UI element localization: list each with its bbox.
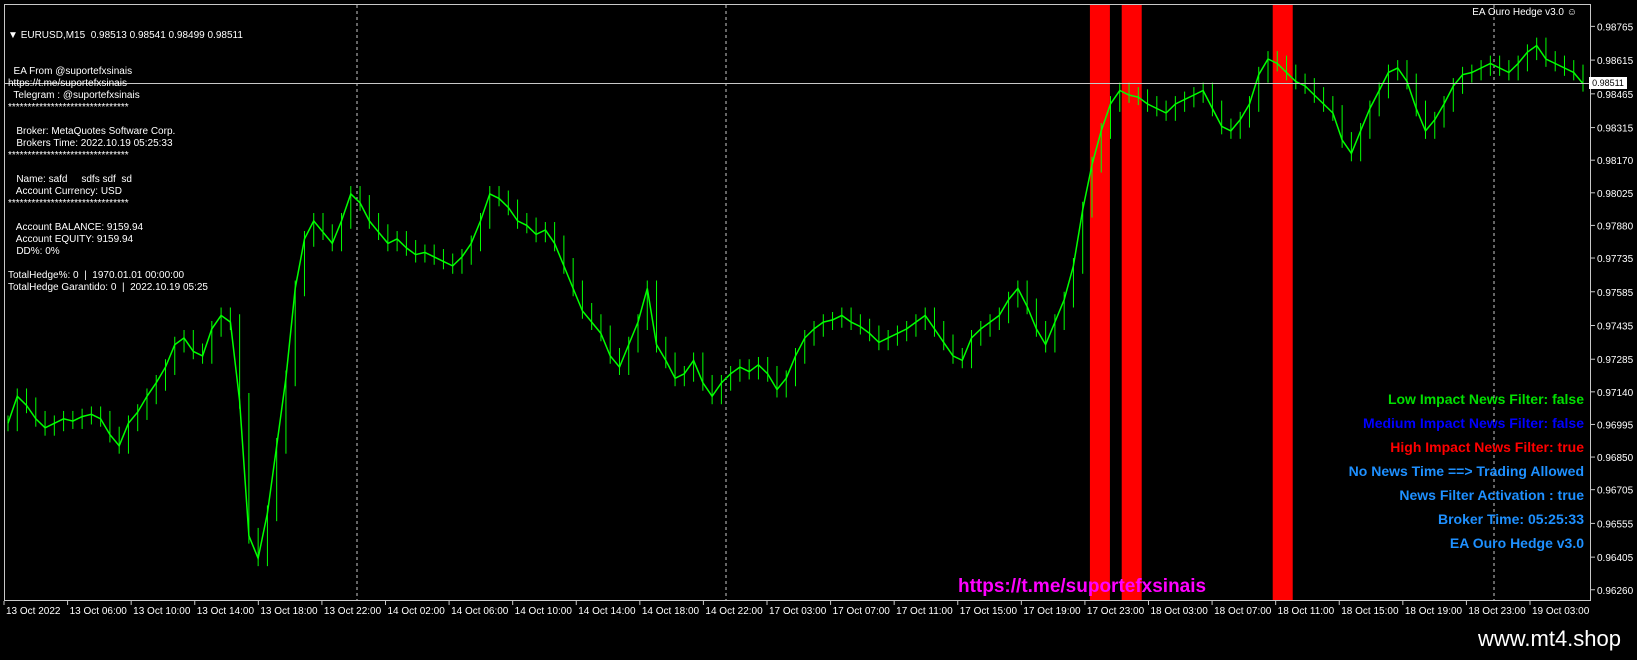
x-tick-label: 13 Oct 06:00 — [70, 606, 128, 617]
watermark-text: www.mt4.shop — [1477, 626, 1621, 651]
info-line: Brokers Time: 2022.10.19 05:25:33 — [8, 138, 173, 149]
x-tick-label: 17 Oct 19:00 — [1023, 606, 1081, 617]
info-line: Account Currency: USD — [8, 186, 122, 197]
x-tick-label: 14 Oct 18:00 — [642, 606, 700, 617]
current-price-label: 0.98511 — [1589, 77, 1627, 90]
info-line — [8, 162, 243, 174]
x-tick-label: 18 Oct 23:00 — [1468, 606, 1526, 617]
y-tick-label: 0.96850 — [1597, 453, 1634, 464]
x-tick-label: 18 Oct 19:00 — [1405, 606, 1463, 617]
y-tick-label: 0.97435 — [1597, 321, 1634, 332]
info-line: Account BALANCE: 9159.94 — [8, 222, 144, 233]
info-line: DD%: 0% — [8, 246, 60, 257]
y-tick-label: 0.97735 — [1597, 254, 1634, 265]
news-filter-line: Low Impact News Filter: false — [1387, 391, 1584, 407]
x-tick-label: 17 Oct 03:00 — [769, 606, 827, 617]
x-tick-label: 17 Oct 23:00 — [1087, 606, 1145, 617]
info-panel: ▼ EURUSD,M15 0.98513 0.98541 0.98499 0.9… — [8, 6, 243, 293]
y-tick-label: 0.96405 — [1597, 553, 1634, 564]
y-tick-label: 0.96260 — [1597, 586, 1634, 597]
news-filter-line: No News Time ==> Trading Allowed — [1348, 463, 1584, 479]
y-tick-label: 0.97140 — [1597, 388, 1634, 399]
x-tick-label: 13 Oct 10:00 — [133, 606, 191, 617]
x-tick-label: 13 Oct 14:00 — [197, 606, 255, 617]
x-tick-label: 13 Oct 22:00 — [324, 606, 382, 617]
telegram-link[interactable]: https://t.me/suportefxsinais — [958, 576, 1206, 598]
info-line — [8, 258, 243, 270]
y-tick-label: 0.97880 — [1597, 221, 1634, 232]
info-line: https://t.me/suportefxsinais — [8, 78, 127, 89]
info-line: Telegram : @suportefxsinais — [8, 90, 140, 101]
y-tick-label: 0.96995 — [1597, 420, 1634, 431]
info-line: ******************************* — [8, 198, 129, 209]
news-filter-line: Broker Time: 05:25:33 — [1437, 511, 1584, 527]
x-tick-label: 14 Oct 06:00 — [451, 606, 509, 617]
x-tick-label: 18 Oct 15:00 — [1341, 606, 1399, 617]
news-filter-line: Medium Impact News Filter: false — [1363, 415, 1584, 431]
info-line — [8, 210, 243, 222]
y-tick-label: 0.96705 — [1597, 486, 1634, 497]
y-tick-label: 0.98170 — [1597, 156, 1634, 167]
y-tick-label: 0.97285 — [1597, 355, 1634, 366]
news-filter-line: High Impact News Filter: true — [1390, 439, 1584, 455]
x-tick-label: 14 Oct 22:00 — [705, 606, 763, 617]
y-tick-label: 0.97585 — [1597, 288, 1634, 299]
x-tick-label: 17 Oct 07:00 — [833, 606, 891, 617]
info-line: ******************************* — [8, 150, 129, 161]
x-tick-label: 14 Oct 02:00 — [388, 606, 446, 617]
y-tick-label: 0.98025 — [1597, 189, 1634, 200]
info-line: TotalHedge Garantido: 0 | 2022.10.19 05:… — [8, 282, 208, 293]
news-filter-line: EA Ouro Hedge v3.0 — [1449, 535, 1584, 551]
x-tick-label: 13 Oct 18:00 — [260, 606, 318, 617]
watermark-bar: www.mt4.shop — [0, 622, 1637, 660]
ea-title: EA Ouro Hedge v3.0 ☺ — [1472, 7, 1577, 18]
info-line — [8, 114, 243, 126]
info-line: ******************************* — [8, 102, 129, 113]
ea-title-text: EA Ouro Hedge v3.0 — [1472, 7, 1564, 18]
y-tick-label: 0.98465 — [1597, 90, 1634, 101]
x-tick-label: 17 Oct 15:00 — [960, 606, 1018, 617]
info-line: TotalHedge%: 0 | 1970.01.01 00:00:00 — [8, 270, 185, 281]
info-line: Broker: MetaQuotes Software Corp. — [8, 126, 176, 137]
y-tick-label: 0.98315 — [1597, 124, 1634, 135]
smiley-icon: ☺ — [1566, 7, 1577, 18]
x-tick-label: 18 Oct 03:00 — [1151, 606, 1209, 617]
info-line: EA From @suportefxsinais — [8, 66, 133, 77]
x-tick-label: 18 Oct 07:00 — [1214, 606, 1272, 617]
symbol-text: EURUSD,M15 0.98513 0.98541 0.98499 0.985… — [20, 30, 243, 41]
x-tick-label: 14 Oct 10:00 — [515, 606, 573, 617]
y-tick-label: 0.98765 — [1597, 22, 1634, 33]
y-tick-label: 0.98615 — [1597, 56, 1634, 67]
x-tick-label: 14 Oct 14:00 — [578, 606, 636, 617]
x-tick-label: 19 Oct 03:00 — [1532, 606, 1590, 617]
info-line: Account EQUITY: 9159.94 — [8, 234, 134, 245]
news-filter-line: News Filter Activation : true — [1399, 487, 1584, 503]
x-tick-label: 13 Oct 2022 — [6, 606, 61, 617]
symbol-line: ▼ EURUSD,M15 0.98513 0.98541 0.98499 0.9… — [8, 30, 243, 41]
y-tick-label: 0.96555 — [1597, 519, 1634, 530]
x-tick-label: 18 Oct 11:00 — [1278, 606, 1335, 617]
info-line: Name: safd sdfs sdf sd — [8, 174, 132, 185]
x-tick-label: 17 Oct 11:00 — [896, 606, 953, 617]
